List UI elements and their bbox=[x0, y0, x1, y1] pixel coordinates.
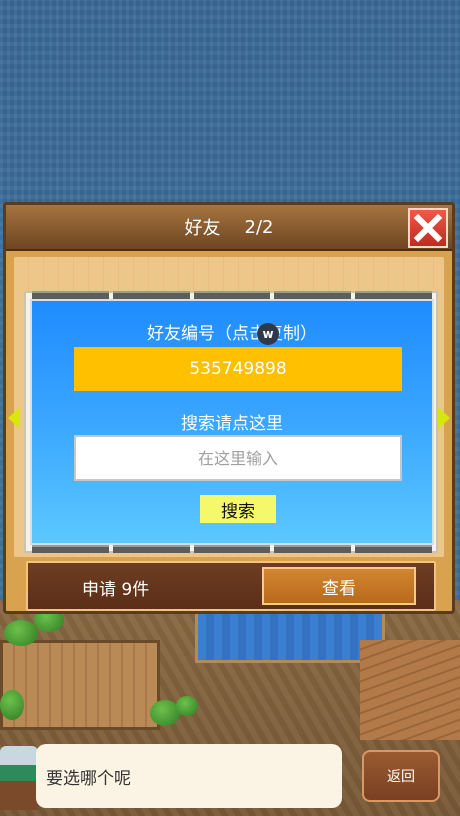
back-button[interactable]: 返回 bbox=[362, 750, 440, 802]
wooden-dock bbox=[360, 640, 460, 740]
bush bbox=[176, 696, 198, 716]
house-floor bbox=[0, 640, 160, 730]
close-x-icon bbox=[413, 213, 443, 243]
panel-top-rail bbox=[32, 291, 432, 299]
dialog-header: 好友 2/2 bbox=[6, 205, 452, 251]
request-count-text: 申请 9件 bbox=[82, 580, 150, 600]
dialog-title: 好友 bbox=[184, 218, 221, 239]
bush bbox=[4, 620, 38, 646]
view-requests-button[interactable]: 查看 bbox=[262, 567, 416, 605]
dialog-body: 好友编号（点击复制） w 535749898 搜索请点这里 搜索 bbox=[8, 257, 450, 557]
friend-id-label: 好友编号（点击复制） bbox=[147, 324, 317, 344]
dialog-page-indicator: 2/2 bbox=[244, 216, 274, 238]
friend-search-input[interactable] bbox=[74, 435, 402, 481]
bush bbox=[0, 690, 24, 720]
close-button[interactable] bbox=[408, 208, 448, 248]
previous-page-arrow-icon[interactable] bbox=[8, 407, 20, 429]
friend-panel-frame: 好友编号（点击复制） w 535749898 搜索请点这里 搜索 bbox=[24, 291, 438, 553]
panel-bottom-rail bbox=[32, 545, 432, 553]
search-label: 搜索请点这里 bbox=[181, 414, 283, 434]
friend-request-bar: 申请 9件 查看 bbox=[26, 561, 436, 611]
friend-panel: 好友编号（点击复制） w 535749898 搜索请点这里 搜索 bbox=[30, 299, 434, 545]
message-text: 要选哪个呢 bbox=[46, 768, 131, 789]
character-avatar bbox=[0, 746, 38, 810]
friend-id-value: 535749898 bbox=[189, 359, 287, 379]
pool bbox=[195, 608, 385, 663]
friends-dialog: 好友 2/2 好友编号（点击复制） w 535749898 搜索请点这里 在这里… bbox=[3, 202, 455, 614]
w-badge-icon: w bbox=[257, 323, 279, 345]
message-box: 要选哪个呢 bbox=[36, 744, 342, 808]
search-button[interactable]: 搜索 bbox=[200, 495, 276, 523]
friend-id-copy-box[interactable]: 535749898 bbox=[74, 347, 402, 391]
next-page-arrow-icon[interactable] bbox=[438, 407, 450, 429]
